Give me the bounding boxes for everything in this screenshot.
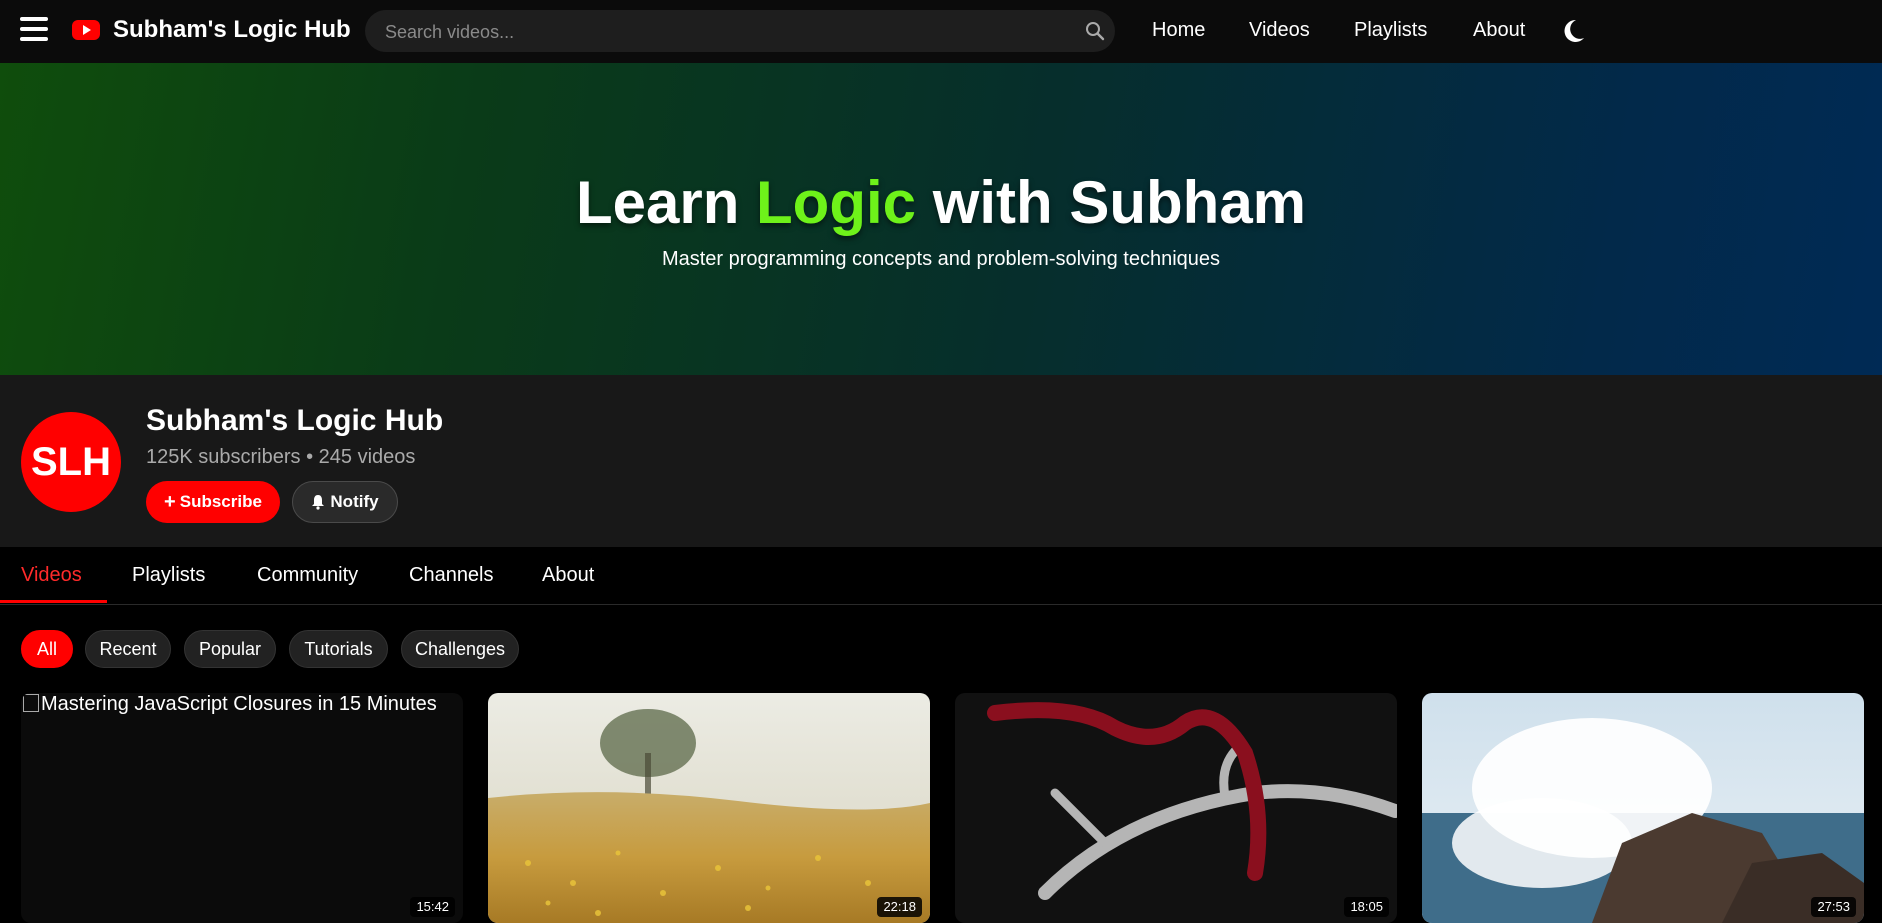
video-duration: 22:18 (877, 897, 922, 917)
nav-about[interactable]: About (1473, 19, 1525, 42)
filter-chip-recent[interactable]: Recent (85, 630, 171, 668)
hero-subtitle: Master programming concepts and problem-… (661, 248, 1221, 270)
tab-community[interactable]: Community (257, 564, 358, 587)
channel-name: Subham's Logic Hub (146, 404, 444, 437)
video-duration: 15:42 (410, 897, 455, 917)
plus-icon: + (164, 490, 176, 513)
antler-ribbon-thumbnail (955, 693, 1397, 923)
video-card[interactable]: 22:18 (488, 693, 930, 923)
nav-videos[interactable]: Videos (1249, 19, 1310, 42)
filter-chip-tutorials[interactable]: Tutorials (289, 630, 388, 668)
video-card[interactable]: 18:05 (955, 693, 1397, 923)
bell-icon (312, 495, 325, 510)
tab-videos[interactable]: Videos (21, 564, 82, 587)
channel-stats: 125K subscribers • 245 videos (146, 446, 416, 468)
top-bar: Subham's Logic Hub Home Videos Playlists… (0, 0, 1882, 63)
filter-chip-all[interactable]: All (21, 630, 73, 668)
video-thumbnail-alt: Mastering JavaScript Closures in 15 Minu… (23, 693, 437, 716)
nav-home[interactable]: Home (1152, 19, 1205, 42)
subscribe-button[interactable]: + Subscribe (146, 481, 280, 523)
notify-button[interactable]: Notify (292, 481, 398, 523)
notify-label: Notify (330, 492, 379, 511)
dark-mode-moon-icon[interactable] (1562, 18, 1586, 44)
tab-channels[interactable]: Channels (409, 564, 494, 587)
filter-chip-challenges[interactable]: Challenges (401, 630, 519, 668)
tab-playlists[interactable]: Playlists (132, 564, 205, 587)
filter-chip-popular[interactable]: Popular (184, 630, 276, 668)
channel-tabs: Videos Playlists Community Channels Abou… (0, 547, 1882, 605)
nav-playlists[interactable]: Playlists (1354, 19, 1427, 42)
video-duration: 18:05 (1344, 897, 1389, 917)
channel-avatar[interactable]: SLH (21, 412, 121, 512)
search-icon[interactable] (1085, 21, 1105, 41)
hero-title: Learn Logic with Subham (575, 169, 1307, 236)
subscribe-label: Subscribe (179, 492, 262, 511)
search-input[interactable] (383, 10, 1067, 54)
youtube-logo-icon[interactable] (72, 20, 100, 40)
search-bar (365, 10, 1115, 54)
active-tab-indicator (0, 600, 107, 603)
hero-banner: Learn Logic with Subham Master programmi… (0, 63, 1882, 375)
video-card[interactable]: Mastering JavaScript Closures in 15 Minu… (21, 693, 463, 923)
broken-image-icon (23, 694, 39, 712)
hero-title-accent: Logic (756, 169, 917, 236)
ocean-waves-thumbnail (1422, 693, 1864, 923)
video-duration: 27:53 (1811, 897, 1856, 917)
video-card[interactable]: 27:53 (1422, 693, 1864, 923)
channel-info: SLH Subham's Logic Hub 125K subscribers … (0, 375, 1882, 547)
brand-title[interactable]: Subham's Logic Hub (113, 16, 351, 44)
field-tree-thumbnail (488, 693, 930, 923)
menu-icon[interactable] (20, 17, 48, 41)
tab-about[interactable]: About (542, 564, 594, 587)
